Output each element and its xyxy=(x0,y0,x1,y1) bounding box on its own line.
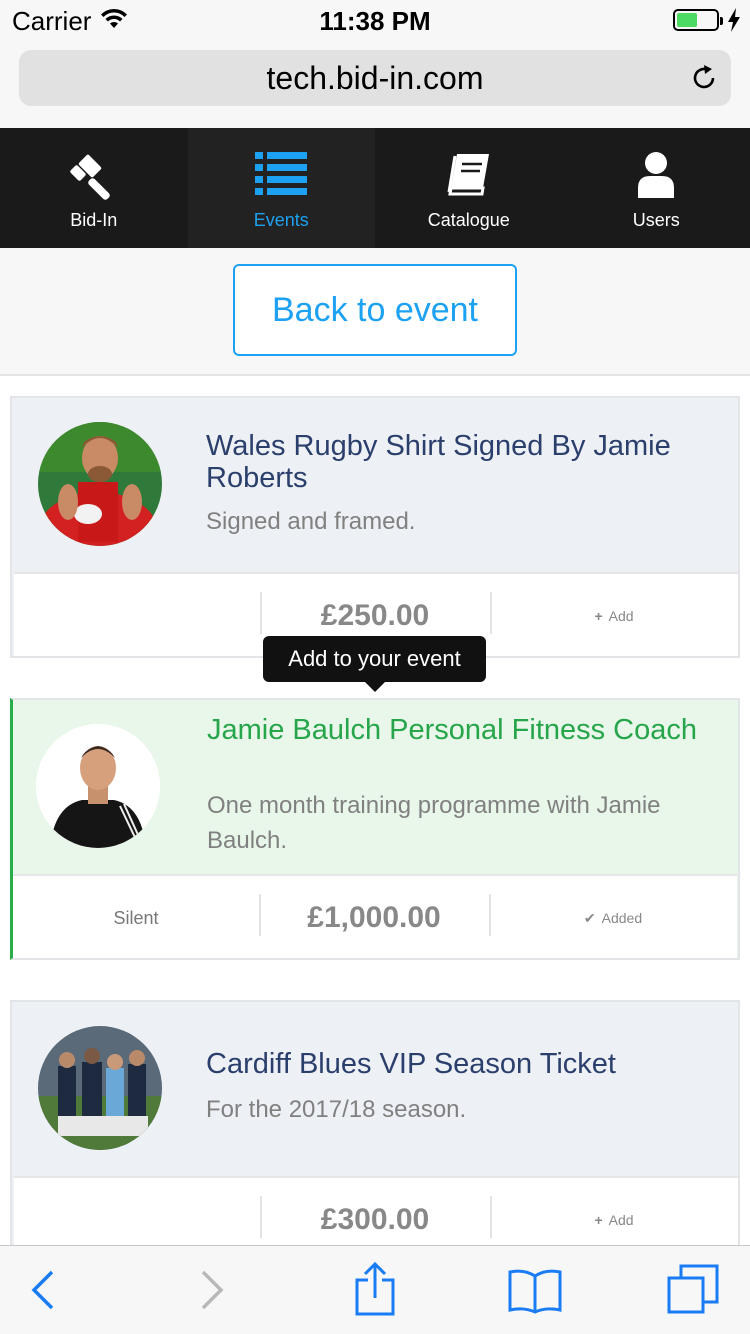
status-bar: Carrier 11:38 PM xyxy=(0,0,750,40)
book-icon xyxy=(375,152,563,202)
clock: 11:38 PM xyxy=(319,6,431,36)
plus-icon: + xyxy=(594,608,603,624)
browser-toolbar xyxy=(0,1245,750,1334)
list-item[interactable]: Wales Rugby Shirt Signed By Jamie Robert… xyxy=(10,396,740,658)
back-section: Back to event xyxy=(0,248,750,376)
auction-type xyxy=(14,574,260,658)
list-icon xyxy=(188,152,376,202)
item-price: £1,000.00 xyxy=(307,901,441,934)
auction-type: Silent xyxy=(113,907,159,928)
add-label: Add xyxy=(608,608,634,624)
item-title[interactable]: Jamie Baulch Personal Fitness Coach xyxy=(207,714,707,746)
share-icon[interactable] xyxy=(354,1261,396,1321)
add-label: Add xyxy=(608,1212,634,1228)
avatar xyxy=(38,422,162,546)
reload-icon[interactable] xyxy=(689,63,719,98)
list-item[interactable]: Jamie Baulch Personal Fitness Coach One … xyxy=(10,698,740,960)
bookmarks-icon[interactable] xyxy=(508,1268,562,1319)
gavel-icon xyxy=(0,152,188,202)
added-label: Added xyxy=(601,910,643,926)
tabs-icon[interactable] xyxy=(667,1264,721,1321)
item-description: One month training programme with Jamie … xyxy=(207,792,661,854)
added-button[interactable]: ✔ Added xyxy=(489,876,737,960)
back-to-event-button[interactable]: Back to event xyxy=(233,264,517,356)
battery-icon xyxy=(673,9,723,31)
add-button[interactable]: + Add xyxy=(490,574,738,658)
nav-label: Users xyxy=(632,210,680,230)
nav-users[interactable]: Users xyxy=(563,128,750,248)
nav-events[interactable]: Events xyxy=(187,128,376,248)
back-arrow-icon[interactable] xyxy=(30,1268,56,1317)
nav-label: Bid-In xyxy=(70,210,118,230)
item-description: Signed and framed. xyxy=(206,508,416,535)
nav-catalogue[interactable]: Catalogue xyxy=(375,128,563,248)
avatar xyxy=(36,724,160,848)
address-bar[interactable]: tech.bid-in.com xyxy=(19,50,731,106)
check-icon: ✔ xyxy=(583,909,596,926)
nav-label: Catalogue xyxy=(427,210,510,230)
avatar xyxy=(38,1026,162,1150)
url-text: tech.bid-in.com xyxy=(266,60,484,96)
main-nav: Bid-In Events Catalogue Users xyxy=(0,128,750,248)
list-item[interactable]: Cardiff Blues VIP Season Ticket For the … xyxy=(10,1000,740,1260)
nav-label: Events xyxy=(253,210,309,230)
nav-bid-in[interactable]: Bid-In xyxy=(0,128,188,248)
plus-icon: + xyxy=(594,1212,603,1228)
charging-icon xyxy=(727,8,741,37)
user-icon xyxy=(563,152,750,202)
item-footer: Silent £1,000.00 ✔ Added xyxy=(13,874,737,958)
item-title[interactable]: Cardiff Blues VIP Season Ticket xyxy=(206,1048,706,1080)
forward-arrow-icon xyxy=(199,1268,225,1317)
item-title[interactable]: Wales Rugby Shirt Signed By Jamie Robert… xyxy=(206,430,706,494)
tooltip-text: Add to your event xyxy=(288,646,461,671)
add-tooltip: Add to your event xyxy=(263,636,486,692)
item-description: For the 2017/18 season. xyxy=(206,1096,467,1123)
